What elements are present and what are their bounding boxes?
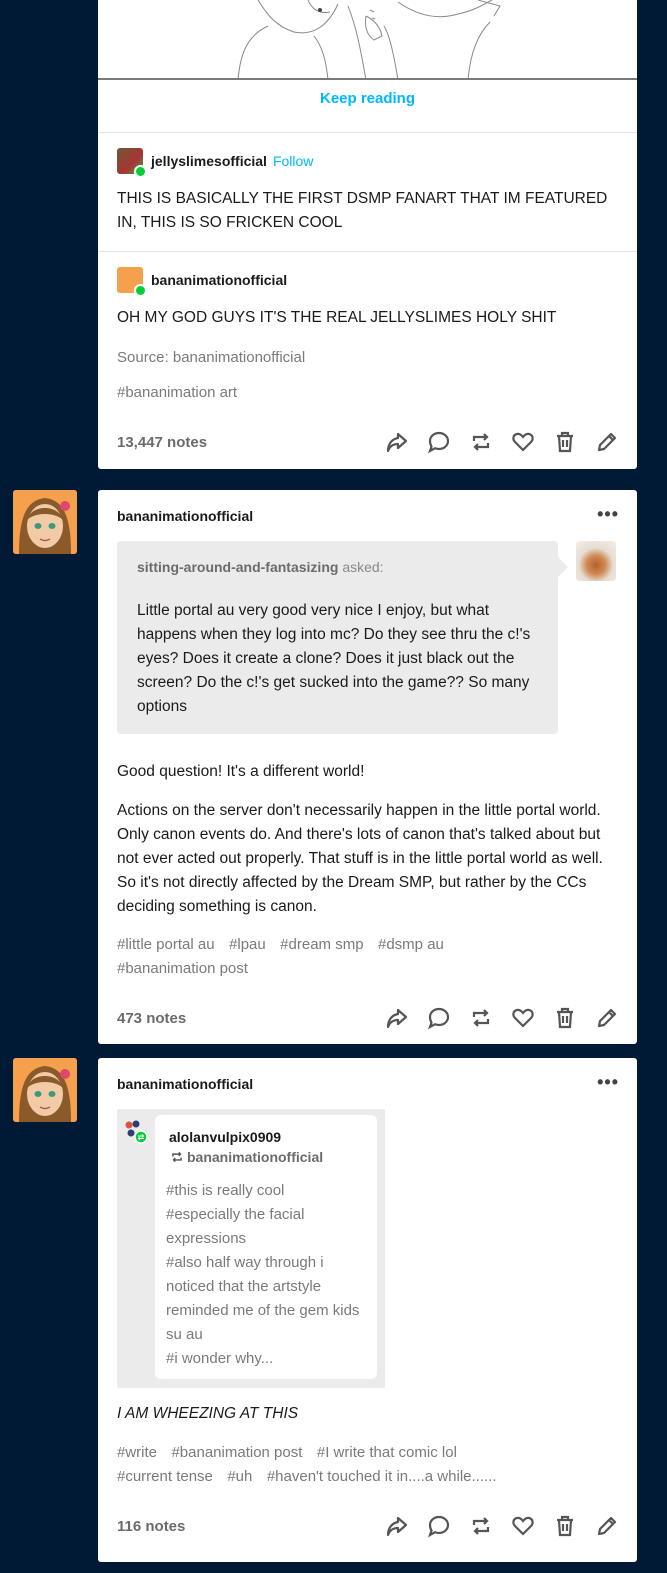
avatar[interactable] [123, 1119, 149, 1145]
keep-reading-link[interactable]: Keep reading [98, 90, 637, 107]
tag[interactable]: #little portal au [117, 936, 215, 953]
reply-icon[interactable] [427, 430, 451, 454]
tags: #bananimation art [117, 381, 247, 405]
edit-icon[interactable] [595, 1006, 619, 1030]
avatar[interactable] [13, 490, 77, 554]
sketch-art [237, 0, 501, 78]
avatar[interactable] [117, 267, 147, 297]
embedded-blog-name[interactable]: alolanvulpix0909 [169, 1129, 281, 1145]
dots-avatar-icon [125, 1120, 148, 1144]
post-actions [385, 430, 619, 454]
post-card-2: bananimationofficial ••• sitting-around-… [98, 490, 637, 1044]
post-actions [385, 1514, 619, 1538]
delete-icon[interactable] [553, 430, 577, 454]
share-icon[interactable] [385, 1514, 409, 1538]
tag[interactable]: #this is really cool [166, 1179, 366, 1203]
tag[interactable]: #uh [227, 1468, 252, 1485]
like-icon[interactable] [511, 1006, 535, 1030]
tag[interactable]: #bananimation post [171, 1444, 302, 1461]
tag[interactable]: #haven't touched it in....a while...... [267, 1468, 497, 1485]
asked-label: asked: [338, 559, 384, 575]
reblog-badge-icon [134, 284, 147, 297]
like-icon[interactable] [511, 430, 535, 454]
tag[interactable]: #lpau [229, 936, 266, 953]
avatar-face [13, 1058, 77, 1122]
divider [98, 132, 637, 133]
post-image [98, 0, 637, 80]
ask-pointer [558, 557, 568, 577]
tag[interactable]: #i wonder why... [166, 1347, 366, 1371]
post-card-1: Keep reading jellyslimesofficial Follow … [98, 0, 637, 469]
tag[interactable]: #bananimation post [117, 960, 248, 977]
tag[interactable]: #I write that comic lol [317, 1444, 457, 1461]
like-icon[interactable] [511, 1514, 535, 1538]
notes-count[interactable]: 473 notes [117, 1010, 186, 1027]
blog-name[interactable]: bananimationofficial [151, 272, 287, 288]
tags: #write #bananimation post #I write that … [117, 1441, 627, 1489]
tag[interactable]: #especially the facial expressions [166, 1203, 366, 1251]
avatar[interactable] [13, 1058, 77, 1122]
notes-count[interactable]: 13,447 notes [117, 434, 207, 451]
post-text: I AM WHEEZING AT THIS [117, 1405, 299, 1422]
edit-icon[interactable] [595, 430, 619, 454]
reblogged-from-name: bananimationofficial [187, 1149, 324, 1165]
reblog-header-1: jellyslimesofficial Follow [117, 148, 313, 178]
reblog-icon[interactable] [469, 430, 493, 454]
blog-name[interactable]: jellyslimesofficial [151, 153, 267, 169]
more-options-icon[interactable]: ••• [597, 1072, 619, 1093]
more-options-icon[interactable]: ••• [597, 504, 619, 525]
answer-paragraph-2: Actions on the server don't necessarily … [117, 802, 603, 915]
reblog-icon[interactable] [469, 1514, 493, 1538]
ask-box: sitting-around-and-fantasizing asked: Li… [117, 541, 568, 734]
embedded-tags: #this is really cool #especially the fac… [166, 1179, 366, 1371]
embedded-card: alolanvulpix0909 bananimationofficial #t… [155, 1115, 377, 1379]
divider [98, 251, 637, 252]
reblog-badge-icon [134, 165, 147, 178]
follow-button[interactable]: Follow [273, 153, 313, 169]
tag[interactable]: #write [117, 1444, 157, 1461]
tag[interactable]: #bananimation art [117, 384, 237, 401]
tag[interactable]: #current tense [117, 1468, 213, 1485]
blog-name[interactable]: bananimationofficial [117, 508, 253, 524]
reblog-text-2: OH MY GOD GUYS IT'S THE REAL JELLYSLIMES… [117, 309, 557, 326]
tags: #little portal au #lpau #dream smp #dsmp… [117, 933, 617, 981]
avatar-face [13, 490, 77, 554]
tag[interactable]: #dream smp [280, 936, 363, 953]
delete-icon[interactable] [553, 1006, 577, 1030]
asker-avatar[interactable] [576, 541, 616, 581]
reply-icon[interactable] [427, 1006, 451, 1030]
notes-count[interactable]: 116 notes [117, 1518, 185, 1535]
share-icon[interactable] [385, 430, 409, 454]
reblog-icon [172, 1151, 182, 1163]
tag[interactable]: #dsmp au [378, 936, 444, 953]
reblogged-from[interactable]: bananimationofficial [169, 1149, 323, 1165]
reply-icon[interactable] [427, 1514, 451, 1538]
answer-paragraph-1: Good question! It's a different world! [117, 763, 365, 780]
ask-question: Little portal au very good very nice I e… [137, 602, 531, 715]
reblog-text-1: THIS IS BASICALLY THE FIRST DSMP FANART … [117, 190, 608, 231]
reblog-icon[interactable] [469, 1006, 493, 1030]
share-icon[interactable] [385, 1006, 409, 1030]
post-card-3: bananimationofficial ••• alolanvulpix090… [98, 1058, 637, 1562]
asker-name[interactable]: sitting-around-and-fantasizing [137, 559, 338, 575]
edit-icon[interactable] [595, 1514, 619, 1538]
embedded-reblog[interactable]: alolanvulpix0909 bananimationofficial #t… [117, 1109, 385, 1388]
avatar[interactable] [117, 148, 147, 178]
ask-header: sitting-around-and-fantasizing asked: [137, 559, 384, 575]
source-link[interactable]: Source: bananimationofficial [117, 349, 305, 366]
reblog-header-2: bananimationofficial [117, 267, 287, 297]
tag[interactable]: #also half way through i noticed that th… [166, 1251, 366, 1347]
delete-icon[interactable] [553, 1514, 577, 1538]
post-actions [385, 1006, 619, 1030]
blog-name[interactable]: bananimationofficial [117, 1076, 253, 1092]
